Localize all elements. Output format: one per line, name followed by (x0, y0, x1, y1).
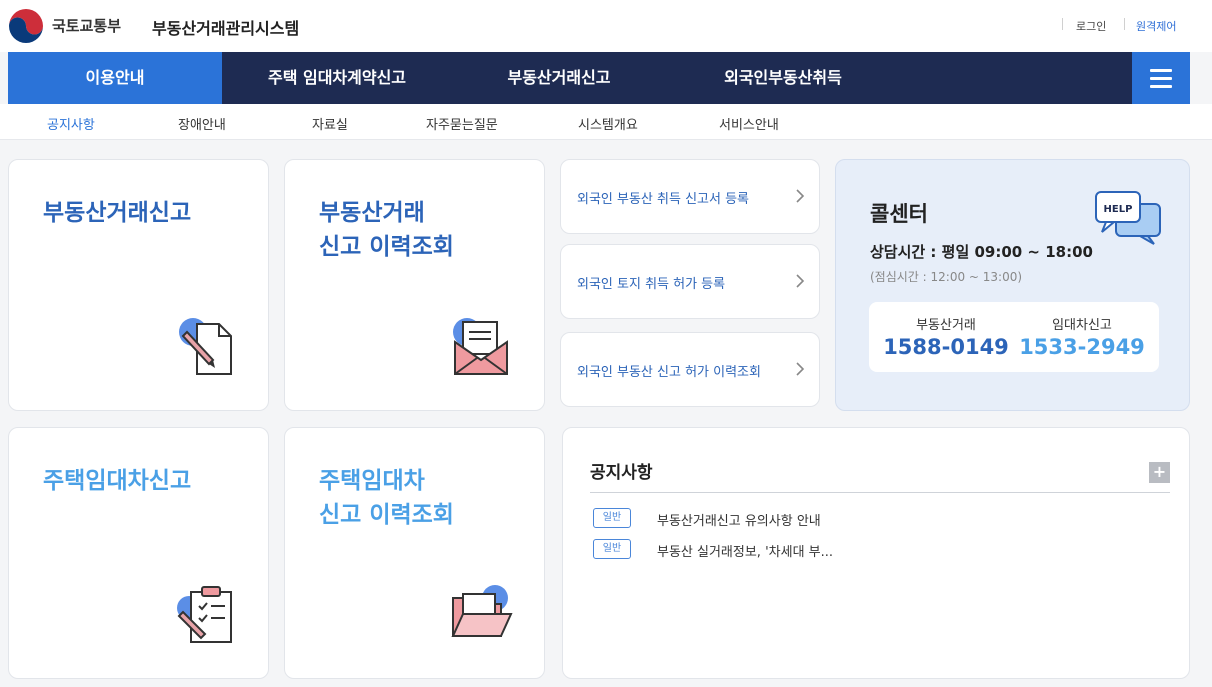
subnav-notice[interactable]: 공지사항 (47, 114, 95, 133)
main-nav: 이용안내 주택 임대차계약신고 부동산거래신고 외국인부동산취득 (8, 52, 1190, 104)
foreign-link-card[interactable]: 외국인 부동산 취득 신고서 등록 (560, 159, 820, 234)
realestate-phone-number[interactable]: 1588-0149 (881, 335, 1011, 359)
subnav-faq[interactable]: 자주묻는질문 (426, 114, 498, 133)
lease-history-card[interactable]: 주택임대차 신고 이력조회 (284, 427, 545, 679)
notice-more-button[interactable]: + (1149, 462, 1170, 483)
foreign-link-card[interactable]: 외국인 토지 취득 허가 등록 (560, 244, 820, 319)
pencil-document-icon (179, 318, 232, 375)
call-center-lunch: (점심시간 : 12:00 ~ 13:00) (870, 270, 1023, 284)
help-bubble-icon: HELP (1095, 191, 1161, 245)
notice-item[interactable]: 일반 부동산거래신고 유의사항 안내 (593, 508, 1153, 529)
foreign-link-card[interactable]: 외국인 부동산 신고 허가 이력조회 (560, 332, 820, 407)
subnav-resources[interactable]: 자료실 (312, 114, 348, 133)
sub-nav: 공지사항 장애안내 자료실 자주묻는질문 시스템개요 서비스안내 (0, 104, 1212, 140)
notice-item-title[interactable]: 부동산거래신고 유의사항 안내 (657, 510, 821, 529)
chevron-right-icon (796, 189, 805, 203)
notice-badge: 일반 (593, 539, 631, 559)
lease-phone: 임대차신고 1533-2949 (1017, 314, 1147, 359)
chevron-right-icon (796, 274, 805, 288)
notice-title: 공지사항 (590, 463, 653, 483)
help-label: HELP (1104, 204, 1133, 215)
lease-phone-label: 임대차신고 (1052, 318, 1112, 333)
login-link[interactable]: 로그인 (1076, 18, 1106, 34)
hamburger-icon (1150, 77, 1172, 80)
nav-item-lease-report[interactable]: 주택 임대차계약신고 (222, 52, 452, 104)
nav-item-realestate-report[interactable]: 부동산거래신고 (452, 52, 666, 104)
notice-item-title[interactable]: 부동산 실거래정보, '차세대 부... (657, 541, 833, 560)
open-folder-icon (451, 585, 513, 637)
envelope-letter-icon (453, 318, 508, 375)
foreign-land-permit-link: 외국인 토지 취득 허가 등록 (577, 277, 726, 292)
realestate-history-card[interactable]: 부동산거래 신고 이력조회 (284, 159, 545, 411)
notice-panel: 공지사항 + 일반 부동산거래신고 유의사항 안내 일반 부동산 실거래정보, … (562, 427, 1190, 679)
call-center-numbers: 부동산거래 1588-0149 임대차신고 1533-2949 (869, 302, 1159, 372)
card-title: 주택임대차 신고 이력조회 (319, 468, 454, 528)
ministry-name[interactable]: 국토교통부 (52, 15, 121, 36)
hamburger-icon (1150, 85, 1172, 88)
menu-button[interactable] (1132, 52, 1190, 104)
hamburger-icon (1150, 69, 1172, 72)
realestate-phone: 부동산거래 1588-0149 (881, 314, 1011, 359)
call-center-panel: 콜센터 HELP 상담시간 : 평일 09:00 ~ 18:00 (점심시간 :… (835, 159, 1190, 411)
government-logo-icon[interactable] (8, 8, 44, 44)
call-center-hours: 상담시간 : 평일 09:00 ~ 18:00 (870, 243, 1093, 261)
notice-item[interactable]: 일반 부동산 실거래정보, '차세대 부... (593, 539, 1153, 560)
notice-divider (590, 492, 1170, 493)
subnav-system-overview[interactable]: 시스템개요 (578, 114, 638, 133)
foreign-permit-history-link: 외국인 부동산 신고 허가 이력조회 (577, 365, 761, 380)
subnav-outage[interactable]: 장애안내 (178, 114, 226, 133)
subnav-service-guide[interactable]: 서비스안내 (719, 114, 779, 133)
notice-badge: 일반 (593, 508, 631, 528)
call-center-title: 콜센터 (870, 202, 928, 226)
lease-report-card[interactable]: 주택임대차신고 (8, 427, 269, 679)
card-title: 주택임대차신고 (43, 468, 192, 494)
top-header: 국토교통부 부동산거래관리시스템 로그인 원격제어 (0, 0, 1212, 52)
card-title: 부동산거래 신고 이력조회 (319, 200, 454, 260)
chevron-right-icon (796, 362, 805, 376)
foreign-acquisition-register-link: 외국인 부동산 취득 신고서 등록 (577, 192, 750, 207)
realestate-phone-label: 부동산거래 (916, 318, 976, 333)
util-divider (1124, 18, 1125, 30)
nav-item-guide[interactable]: 이용안내 (8, 52, 222, 104)
system-name[interactable]: 부동산거래관리시스템 (152, 15, 299, 39)
nav-item-foreign-acquisition[interactable]: 외국인부동산취득 (666, 52, 900, 104)
remote-control-link[interactable]: 원격제어 (1136, 18, 1176, 34)
card-title: 부동산거래신고 (43, 200, 192, 226)
realestate-report-card[interactable]: 부동산거래신고 (8, 159, 269, 411)
lease-phone-number[interactable]: 1533-2949 (1017, 335, 1147, 359)
clipboard-checklist-icon (177, 586, 232, 643)
util-divider (1062, 18, 1063, 30)
